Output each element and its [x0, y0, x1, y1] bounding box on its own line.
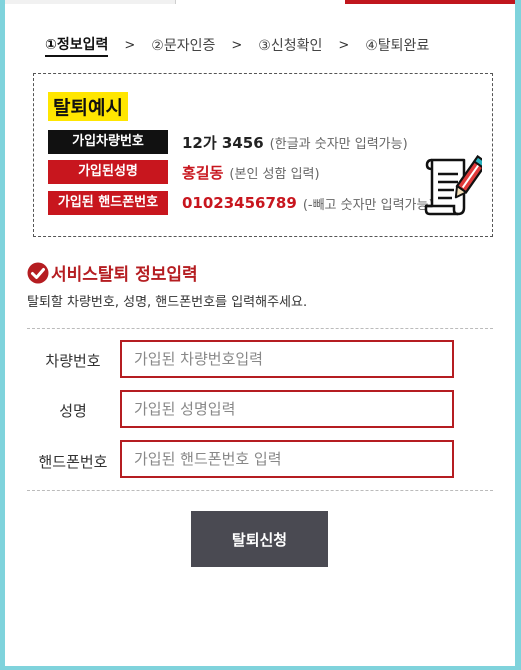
example-name-label: 가입된성명 — [48, 160, 168, 184]
car-number-input[interactable] — [120, 340, 454, 378]
top-tab-bar — [5, 0, 175, 4]
phone-label: 핸드폰번호 — [38, 453, 108, 471]
example-row-name: 가입된성명 홍길동 (본인 성함 입력) — [48, 160, 320, 184]
top-tab-divider — [175, 0, 176, 4]
step-2: ②문자인증 — [151, 38, 216, 54]
name-input[interactable] — [120, 390, 454, 428]
chevron-right-icon: > — [124, 37, 136, 53]
divider-bottom — [27, 490, 493, 491]
chevron-right-icon: > — [338, 37, 350, 53]
withdraw-submit-button[interactable]: 탈퇴신청 — [191, 511, 328, 567]
example-row-phone: 가입된 핸드폰번호 01023456789 (-빼고 숫자만 입력가능) — [48, 191, 434, 215]
example-car-label: 가입차량번호 — [48, 130, 168, 154]
example-name-value: 홍길동 — [182, 163, 224, 182]
name-label: 성명 — [59, 402, 87, 420]
section-title: 서비스탈퇴 정보입력 — [51, 265, 198, 285]
example-name-note: (본인 성함 입력) — [229, 166, 320, 182]
car-number-label: 차량번호 — [45, 352, 101, 370]
step-indicator: ①정보입력 > ②문자인증 > ③신청확인 > ④탈퇴완료 — [45, 34, 430, 57]
section-header: 서비스탈퇴 정보입력 — [27, 260, 198, 285]
section-description: 탈퇴할 차량번호, 성명, 핸드폰번호를 입력해주세요. — [27, 295, 308, 310]
step-4: ④탈퇴완료 — [365, 38, 430, 54]
example-phone-label: 가입된 핸드폰번호 — [48, 191, 168, 215]
example-title: 탈퇴예시 — [48, 92, 128, 121]
step-3: ③신청확인 — [258, 38, 323, 54]
example-car-value: 12가 3456 — [182, 133, 264, 152]
chevron-right-icon: > — [231, 37, 243, 53]
step-1: ①정보입력 — [45, 34, 109, 57]
page-frame: ①정보입력 > ②문자인증 > ③신청확인 > ④탈퇴완료 탈퇴예시 가입차량번… — [5, 0, 515, 666]
example-row-car: 가입차량번호 12가 3456 (한글과 숫자만 입력가능) — [48, 130, 408, 154]
divider-top — [27, 328, 493, 329]
example-car-note: (한글과 숫자만 입력가능) — [269, 136, 408, 152]
phone-input[interactable] — [120, 440, 454, 478]
example-phone-value: 01023456789 — [182, 194, 297, 212]
top-tab-active-bar — [345, 0, 515, 4]
document-pencil-icon — [424, 155, 482, 216]
example-phone-note: (-빼고 숫자만 입력가능) — [302, 197, 434, 213]
withdrawal-example-box: 탈퇴예시 가입차량번호 12가 3456 (한글과 숫자만 입력가능) 가입된성… — [33, 73, 493, 237]
check-circle-icon — [27, 262, 49, 283]
